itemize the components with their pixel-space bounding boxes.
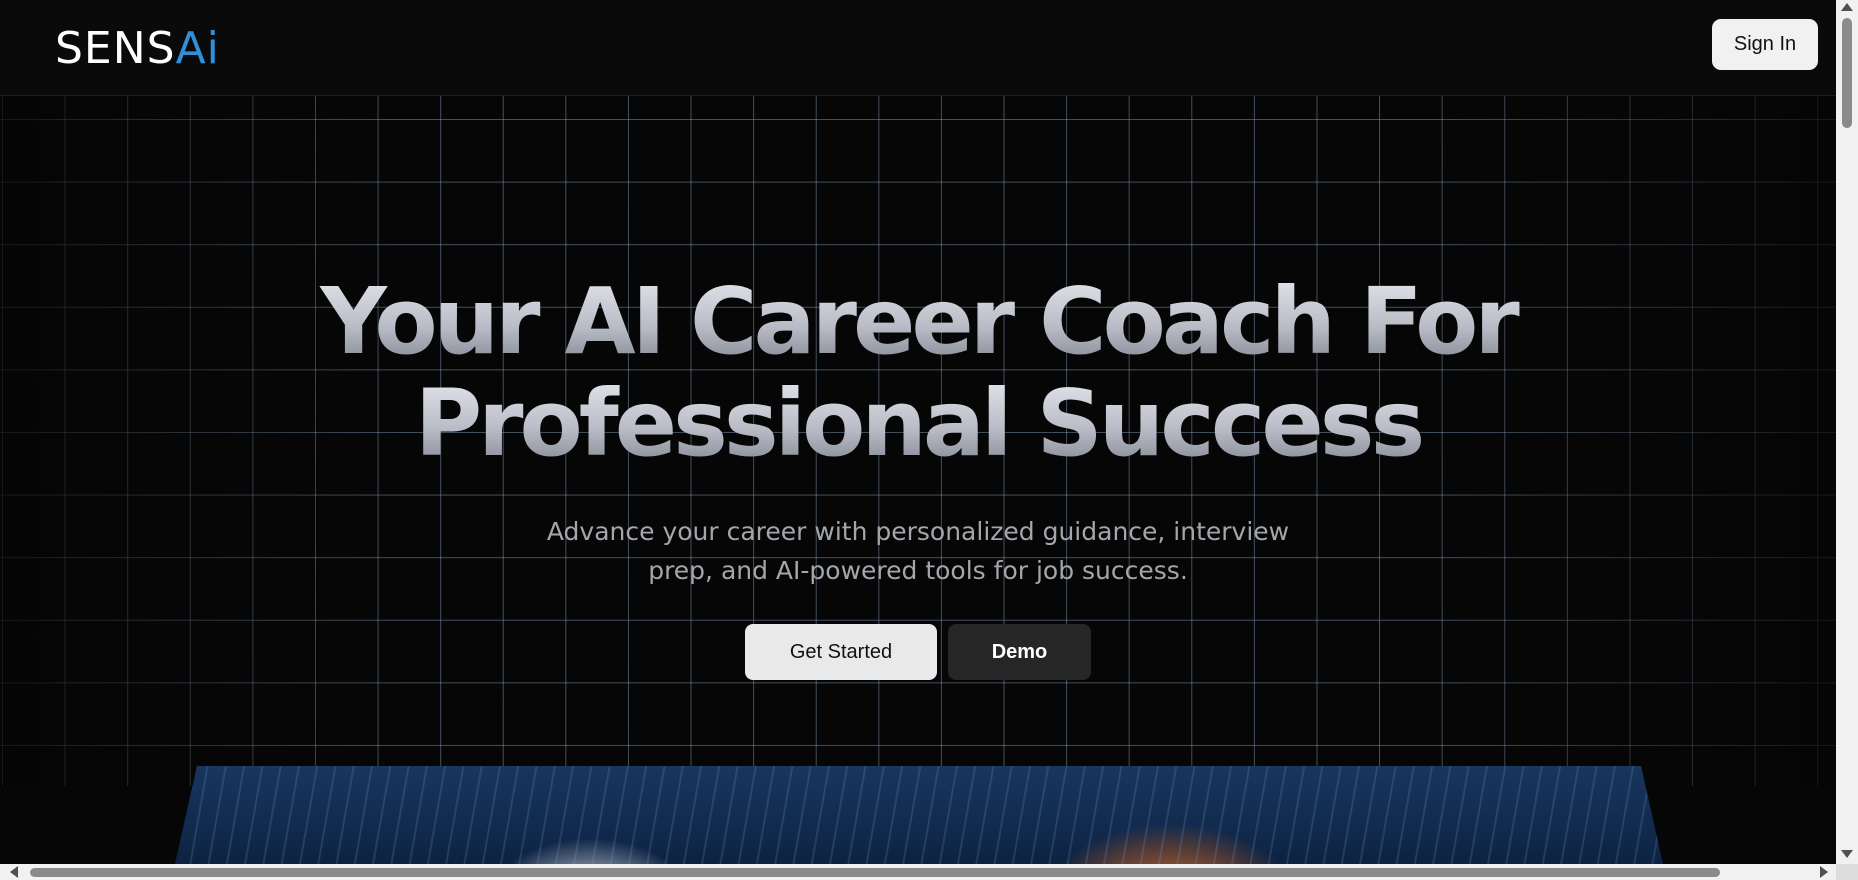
vertical-scrollbar[interactable]: [1836, 0, 1858, 864]
hero-subtitle: Advance your career with personalized gu…: [0, 512, 1836, 590]
scroll-down-arrow-icon[interactable]: [1841, 850, 1853, 858]
scroll-left-arrow-icon[interactable]: [10, 866, 18, 878]
hero-banner-texture: [170, 766, 1668, 864]
scrollbar-corner: [1836, 864, 1858, 880]
hero-title-line-2: Professional Success: [0, 374, 1836, 474]
scroll-right-arrow-icon[interactable]: [1820, 866, 1828, 878]
horizontal-scroll-thumb[interactable]: [30, 868, 1720, 877]
vertical-scroll-thumb[interactable]: [1842, 18, 1852, 128]
hero-title-line-1: Your AI Career Coach For: [0, 272, 1836, 372]
hero-subtitle-line-2: prep, and AI-powered tools for job succe…: [648, 556, 1188, 585]
get-started-button[interactable]: Get Started: [745, 624, 937, 680]
sensai-logo[interactable]: SENS Ai: [55, 23, 220, 74]
scroll-up-arrow-icon[interactable]: [1841, 3, 1853, 11]
logo-text: SENS: [55, 22, 176, 74]
sign-in-button[interactable]: Sign In: [1712, 19, 1818, 70]
logo-accent-text: Ai: [175, 22, 220, 74]
demo-button[interactable]: Demo: [948, 624, 1091, 680]
page: SENS Ai Sign In Your AI Career Coach For …: [0, 0, 1836, 864]
hero-subtitle-line-1: Advance your career with personalized gu…: [546, 517, 1290, 546]
top-nav: SENS Ai Sign In: [0, 0, 1836, 96]
